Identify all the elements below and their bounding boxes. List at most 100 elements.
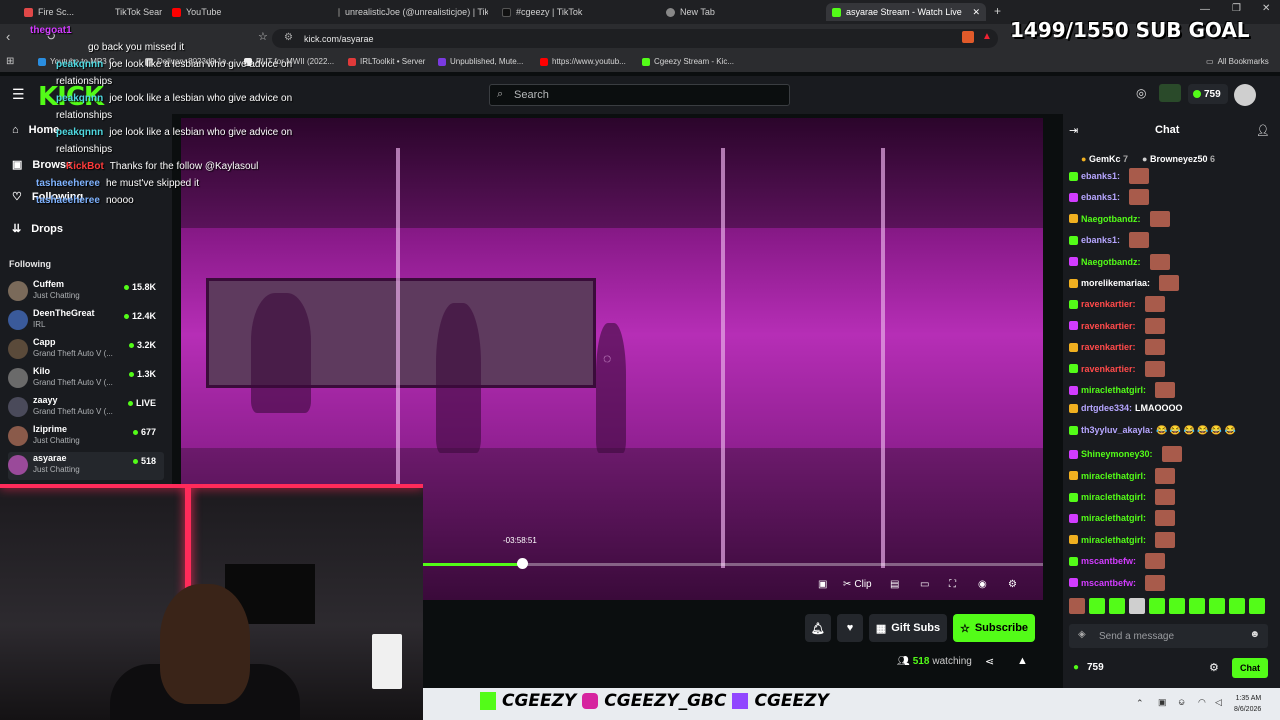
kicks-balance[interactable]: 759 [1188, 84, 1228, 104]
store-icon[interactable] [1159, 84, 1181, 102]
miniplayer-icon[interactable]: ▣ [818, 579, 827, 590]
chat-username[interactable]: miraclethatgirl: [1081, 471, 1146, 481]
wifi-icon[interactable]: ◠ [1198, 697, 1206, 708]
emote-icon[interactable] [1109, 598, 1125, 614]
bookmark-item[interactable]: Cgeezy Stream - Kic... [642, 57, 734, 66]
tray-app-icon[interactable]: ▣ [1158, 697, 1167, 708]
emote-icon[interactable] [1089, 598, 1105, 614]
chat-username[interactable]: ravenkartier: [1081, 364, 1136, 374]
emote-icon[interactable] [1149, 598, 1165, 614]
chat-message-input[interactable]: ◈ Send a message ☻ [1069, 624, 1268, 648]
live-dot-icon [132, 429, 138, 435]
chat-username[interactable]: ravenkartier: [1081, 342, 1136, 352]
collapse-chat-icon[interactable]: ⇥ [1069, 124, 1078, 137]
extension-icon[interactable]: ▲ [982, 31, 992, 42]
new-tab-icon[interactable]: + [994, 4, 1001, 18]
notify-button[interactable]: 🔔︎ [805, 614, 831, 642]
chat-username[interactable]: miraclethatgirl: [1081, 535, 1146, 545]
follow-button[interactable]: ♥ [837, 614, 863, 642]
kicks-coin-icon [1193, 90, 1201, 98]
sidebar-item-drops[interactable]: ⇊ Drops [12, 222, 63, 236]
followed-channel-active[interactable]: asyarae Just Chatting 518 [8, 452, 164, 480]
chat-username[interactable]: miraclethatgirl: [1081, 492, 1146, 502]
apps-grid-icon[interactable]: ⊞ [6, 56, 14, 67]
bookmark-item[interactable]: IRLToolkit • Server [348, 57, 425, 66]
emote-icon[interactable] [1249, 598, 1265, 614]
browser-tab[interactable]: Fire Sc... [24, 3, 104, 21]
gifter-item[interactable]: ● GemKc 7 [1081, 154, 1128, 164]
chat-username[interactable]: ravenkartier: [1081, 299, 1136, 309]
menu-icon[interactable]: ☰ [12, 86, 25, 103]
chat-username[interactable]: morelikemariaa: [1081, 278, 1150, 288]
maximize-icon[interactable]: ❐ [1232, 3, 1241, 14]
theater-mode-icon[interactable]: ▭ [920, 579, 929, 590]
all-bookmarks[interactable]: ▭ All Bookmarks [1206, 57, 1269, 66]
chat-username[interactable]: ebanks1: [1081, 235, 1120, 245]
browser-tab-active[interactable]: asyarae Stream - Watch Live ✕ [826, 3, 986, 21]
system-clock[interactable]: 1:35 AM 8/6/2026 [1234, 693, 1261, 715]
close-window-icon[interactable]: ✕ [1262, 3, 1270, 14]
microphone-icon[interactable]: ⎉ [1178, 697, 1185, 708]
emote-icon[interactable] [1069, 598, 1085, 614]
emote-icon[interactable] [1129, 598, 1145, 614]
chat-emote-icon [1144, 296, 1165, 313]
chat-username[interactable]: ebanks1: [1081, 192, 1120, 202]
gifter-item[interactable]: ● Browneyez50 6 [1142, 154, 1215, 164]
bookmark-item[interactable]: https://www.youtub... [540, 57, 626, 66]
chat-username[interactable]: Naegotbandz: [1081, 257, 1141, 267]
chat-username[interactable]: th3yyluv_akayla: [1081, 425, 1153, 435]
chat-badge-icon [1069, 385, 1078, 395]
chat-username[interactable]: drtgdee334: [1081, 403, 1132, 413]
emote-icon[interactable] [1229, 598, 1245, 614]
chat-username[interactable]: mscantbefw: [1081, 578, 1136, 588]
notifications-icon[interactable]: ◎ [1136, 86, 1146, 100]
live-sync-icon[interactable]: ◉ [978, 579, 987, 590]
close-tab-icon[interactable]: ✕ [972, 7, 980, 18]
share-icon[interactable]: ⋖ [985, 655, 994, 668]
chat-username[interactable]: miraclethatgirl: [1081, 385, 1146, 395]
browser-tab[interactable]: unrealisticJoe (@unrealisticjoe) | TikT [338, 3, 488, 21]
browser-tab[interactable]: New Tab [666, 3, 816, 21]
chat-username[interactable]: mscantbefw: [1081, 556, 1136, 566]
bookmark-item[interactable]: Unpublished, Mute... [438, 57, 523, 66]
avatar[interactable] [1234, 84, 1256, 106]
chat-username[interactable]: Shineymoney30: [1081, 449, 1153, 459]
chat-users-icon[interactable]: 👤︎ [1256, 124, 1270, 137]
followed-channel[interactable]: DeenTheGreat IRL 12.4K [8, 307, 164, 335]
clip-button[interactable]: ✂ Clip [843, 579, 872, 590]
volume-icon[interactable]: ◁ [1215, 697, 1222, 708]
followed-channel[interactable]: Iziprime Just Chatting 677 [8, 423, 164, 451]
emoji-icon[interactable]: ☻ [1249, 629, 1260, 640]
chat-username[interactable]: ravenkartier: [1081, 321, 1136, 331]
chat-settings-icon[interactable]: ⚙ [1209, 661, 1219, 674]
chat-username[interactable]: miraclethatgirl: [1081, 513, 1146, 523]
extension-icon[interactable] [962, 31, 974, 43]
browser-tab[interactable]: TikTok Search [110, 3, 162, 21]
chat-badge-icon [1069, 513, 1078, 523]
followed-channel[interactable]: Capp Grand Theft Auto V (... 3.2K [8, 336, 164, 364]
followed-channel[interactable]: zaayy Grand Theft Auto V (... LIVE [8, 394, 164, 422]
emote-icon[interactable] [1169, 598, 1185, 614]
followed-channel[interactable]: Cuffem Just Chatting 15.8K [8, 278, 164, 306]
report-icon[interactable]: ▲ [1017, 655, 1028, 667]
kicks-coin-icon: ● [1073, 662, 1080, 673]
chat-username[interactable]: ebanks1: [1081, 171, 1120, 181]
tray-chevron-icon[interactable]: ⌃ [1136, 698, 1144, 709]
subscribe-button[interactable]: ☆ Subscribe [953, 614, 1035, 642]
emote-icon[interactable] [1209, 598, 1225, 614]
chat-username[interactable]: Naegotbandz: [1081, 214, 1141, 224]
emote-icon[interactable] [1189, 598, 1205, 614]
settings-icon[interactable]: ⚙ [1008, 579, 1017, 590]
followed-channel[interactable]: Kilo Grand Theft Auto V (... 1.3K [8, 365, 164, 393]
send-chat-button[interactable]: Chat [1232, 658, 1268, 678]
browser-tab[interactable]: #cgeezy | TikTok [502, 3, 652, 21]
back-icon[interactable]: ‹ [6, 29, 10, 44]
gift-subs-button[interactable]: ▦ Gift Subs [869, 614, 947, 642]
captions-icon[interactable]: ▤ [890, 579, 899, 590]
video-frame-pole [721, 148, 725, 568]
url-bar[interactable]: ⚙ kick.com/asyarae [272, 29, 998, 48]
search-input[interactable]: ⌕ Search [489, 84, 790, 106]
minimize-icon[interactable]: — [1200, 4, 1210, 15]
browser-tab[interactable]: YouTube [172, 3, 322, 21]
fullscreen-icon[interactable]: ⛶ [949, 579, 956, 590]
